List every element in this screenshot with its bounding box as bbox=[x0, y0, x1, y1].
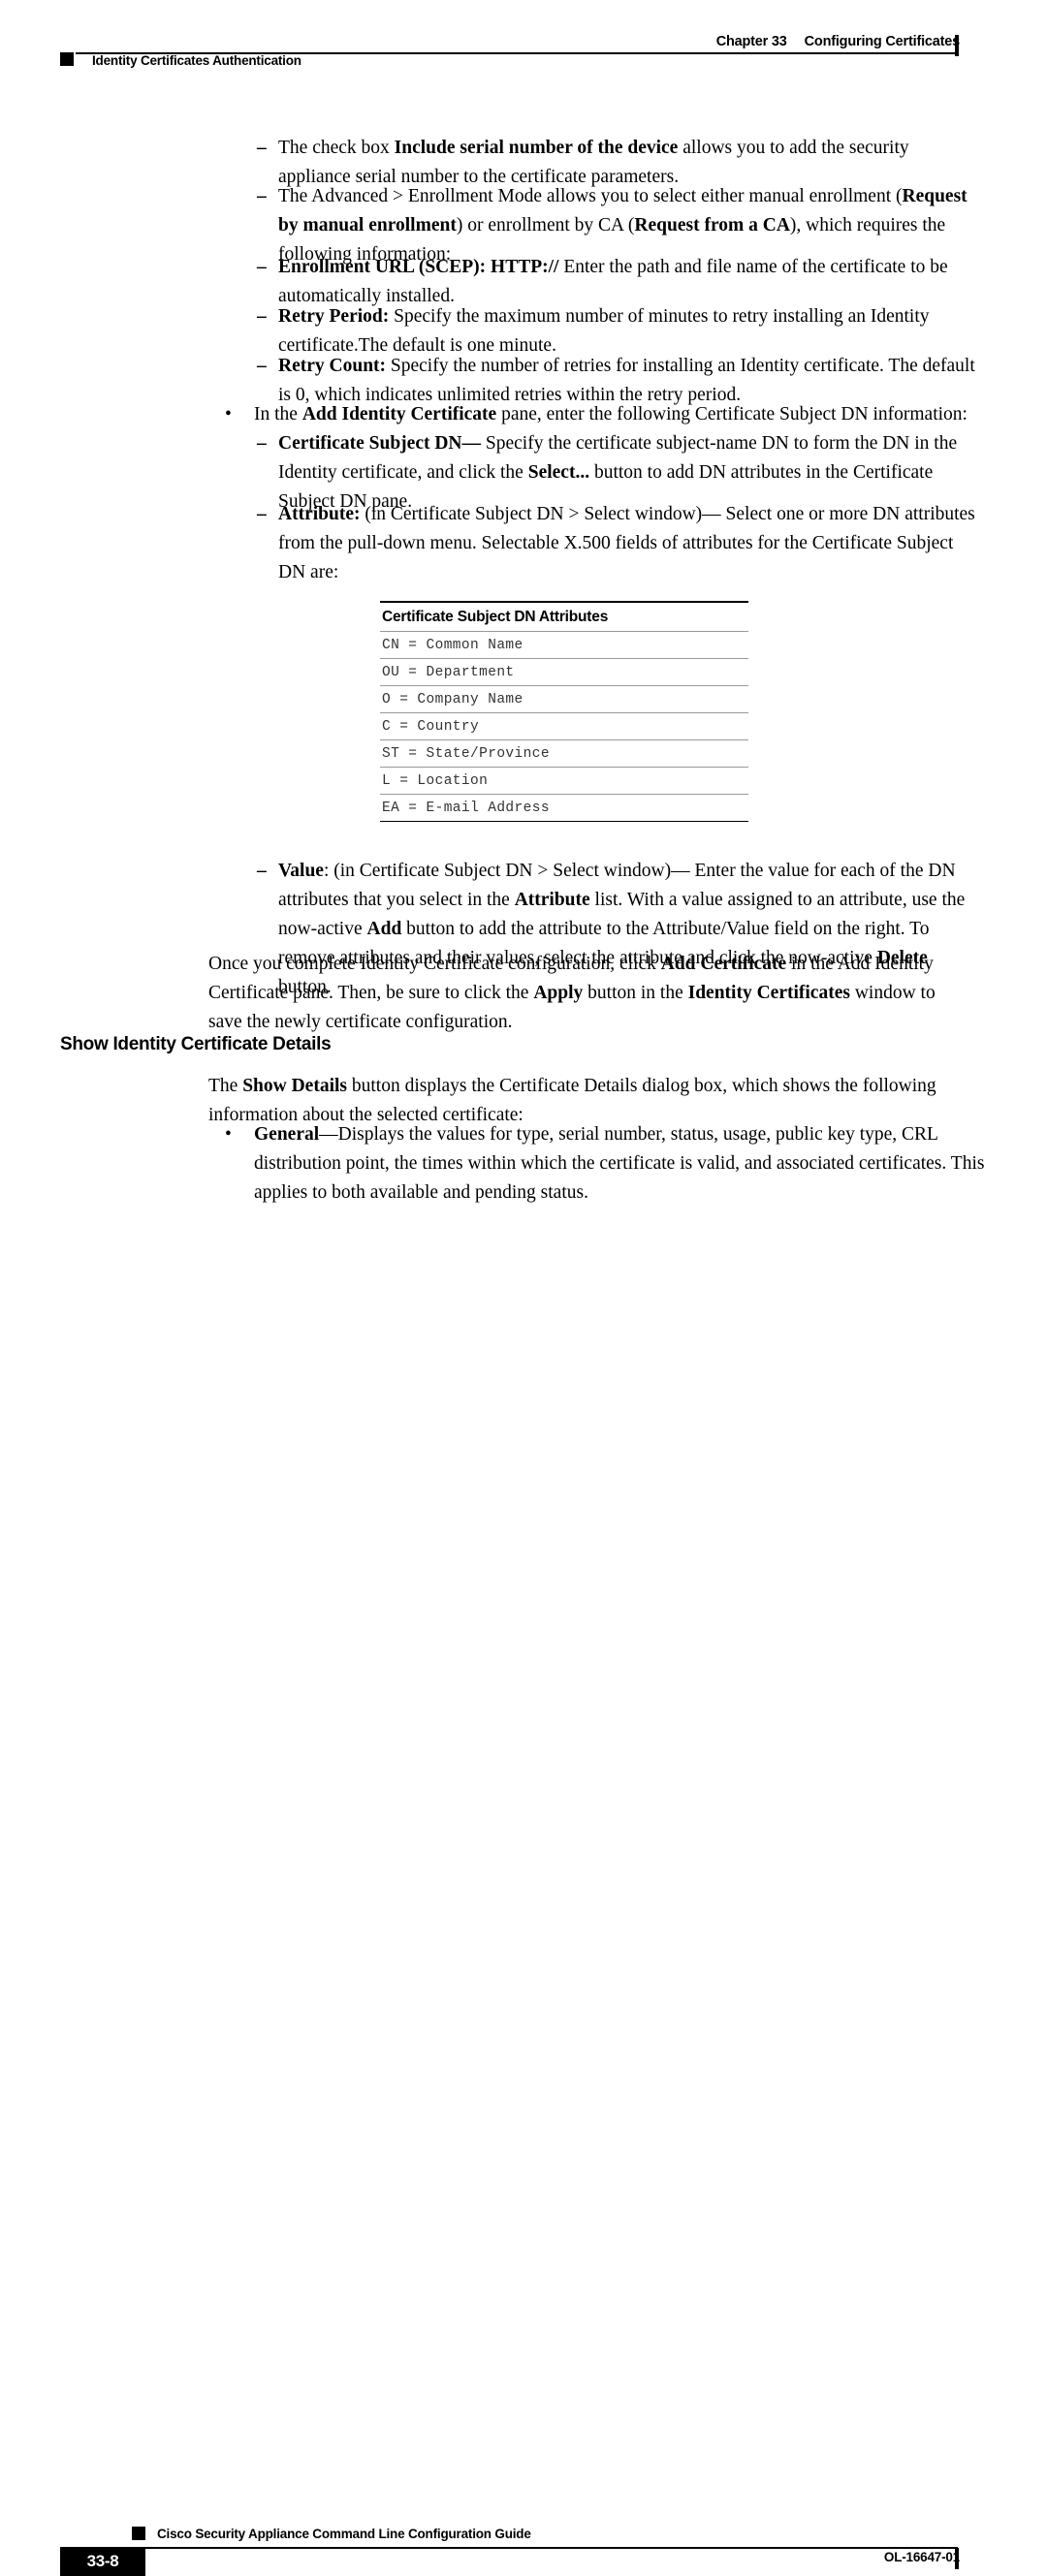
page-section-heading: Show Identity Certificate Details bbox=[60, 1034, 332, 1054]
dash-bullet-glyph: – bbox=[257, 306, 267, 327]
table-cell-attribute: CN = Common Name bbox=[380, 631, 748, 659]
footer-page-number: 33-8 bbox=[86, 2552, 119, 2570]
list-item-text: Enrollment URL (SCEP): HTTP:// Enter the… bbox=[278, 257, 948, 306]
table-row: CN = Common Name bbox=[380, 631, 748, 659]
table-row: L = Location bbox=[380, 767, 748, 795]
page-header: Chapter 33 Configuring Certificates Ident… bbox=[0, 0, 1047, 87]
list-item-text: The check box Include serial number of t… bbox=[278, 138, 909, 187]
header-chapter-info: Chapter 33 Configuring Certificates bbox=[715, 34, 961, 49]
paragraph-text: Once you complete Identity Certificate c… bbox=[208, 954, 936, 1032]
footer-guide-title: Cisco Security Appliance Command Line Co… bbox=[157, 2527, 531, 2541]
page-footer: Cisco Security Appliance Command Line Co… bbox=[0, 1257, 1047, 2576]
dash-bullet-glyph: – bbox=[257, 257, 267, 277]
footer-square-marker-icon bbox=[132, 2527, 145, 2540]
list-item-text: In the Add Identity Certificate pane, en… bbox=[254, 404, 968, 424]
table-cell-attribute: L = Location bbox=[380, 767, 748, 795]
certificate-subject-dn-attributes-table: Certificate Subject DN Attributes CN = C… bbox=[380, 601, 748, 822]
table-cell-attribute: O = Company Name bbox=[380, 685, 748, 713]
header-square-marker-icon bbox=[60, 52, 74, 66]
list-item-text: Retry Count: Specify the number of retri… bbox=[278, 356, 975, 405]
round-bullet-glyph: • bbox=[225, 404, 232, 424]
list-item-text: Retry Period: Specify the maximum number… bbox=[278, 306, 930, 356]
list-item-general: • General—Displays the values for type, s… bbox=[225, 1120, 991, 1208]
list-item-text: Attribute: (in Certificate Subject DN > … bbox=[278, 504, 975, 582]
dash-bullet-glyph: – bbox=[257, 504, 267, 524]
table-row: EA = E-mail Address bbox=[380, 794, 748, 822]
list-item-attribute: – Attribute: (in Certificate Subject DN >… bbox=[257, 500, 981, 587]
table-cell-attribute: C = Country bbox=[380, 712, 748, 740]
table-cell-attribute: EA = E-mail Address bbox=[380, 794, 748, 822]
header-section-title: Identity Certificates Authentication bbox=[92, 53, 301, 68]
table-row: ST = State/Province bbox=[380, 739, 748, 768]
dash-bullet-glyph: – bbox=[257, 186, 267, 206]
table-title-row: Certificate Subject DN Attributes bbox=[380, 601, 748, 632]
dash-bullet-glyph: – bbox=[257, 138, 267, 158]
header-chapter-title: Configuring Certificates bbox=[804, 34, 961, 49]
table-title-cell: Certificate Subject DN Attributes bbox=[380, 601, 748, 632]
list-item-text: General—Displays the values for type, se… bbox=[254, 1124, 985, 1203]
round-bullet-glyph: • bbox=[225, 1124, 232, 1145]
footer-endcap-mark bbox=[955, 2548, 959, 2569]
paragraph-text: The Show Details button displays the Cer… bbox=[208, 1076, 936, 1125]
table-row: OU = Department bbox=[380, 658, 748, 686]
header-chapter-number: Chapter 33 bbox=[715, 34, 787, 49]
dash-bullet-glyph: – bbox=[257, 861, 267, 881]
dash-bullet-glyph: – bbox=[257, 433, 267, 454]
paragraph-once-you-complete: Once you complete Identity Certificate c… bbox=[208, 950, 960, 1037]
table-cell-attribute: OU = Department bbox=[380, 658, 748, 686]
dash-bullet-glyph: – bbox=[257, 356, 267, 376]
table-body: Certificate Subject DN Attributes CN = C… bbox=[380, 601, 748, 822]
table-cell-attribute: ST = State/Province bbox=[380, 739, 748, 768]
table-row: C = Country bbox=[380, 712, 748, 740]
table-row: O = Company Name bbox=[380, 685, 748, 713]
footer-divider bbox=[87, 2547, 958, 2549]
list-item-add-identity-certificate-pane: • In the Add Identity Certificate pane, e… bbox=[225, 400, 991, 429]
footer-document-id: OL-16647-01 bbox=[883, 2550, 960, 2564]
